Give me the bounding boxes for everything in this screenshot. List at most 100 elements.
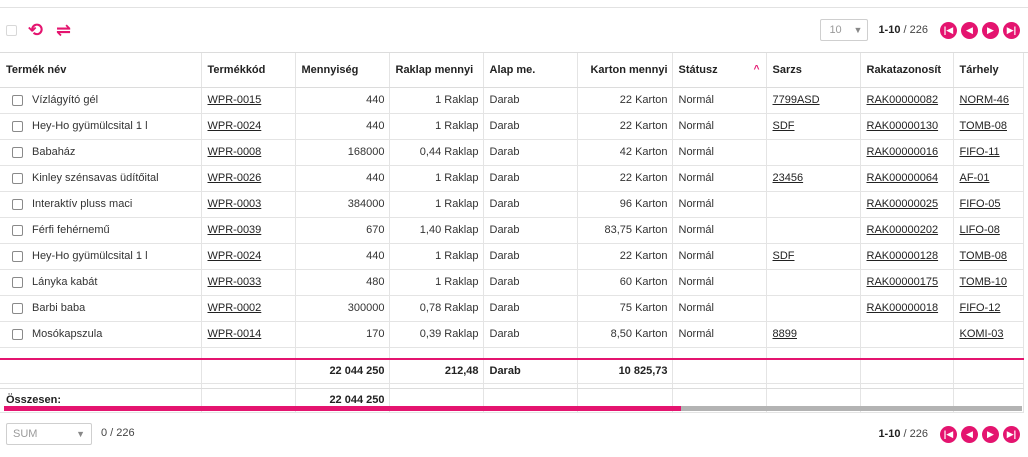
cell-lot-id: RAK00000082 bbox=[860, 87, 954, 114]
location-link[interactable]: FIFO-12 bbox=[960, 302, 1001, 314]
col-header-carton[interactable]: Karton mennyi bbox=[577, 53, 673, 88]
row-checkbox[interactable] bbox=[12, 276, 23, 288]
prev-page-button[interactable]: ◀ bbox=[961, 21, 978, 39]
row-checkbox[interactable] bbox=[12, 146, 23, 158]
table-row[interactable]: Férfi fehérnemű WPR-0039 670 1,40 Raklap Dar… bbox=[0, 217, 1024, 244]
cell-product-code: WPR-0014 bbox=[201, 321, 296, 348]
cell-quantity: 384000 bbox=[295, 191, 390, 218]
col-header-status-label: Státusz bbox=[678, 63, 718, 76]
next-page-button[interactable]: ▶ bbox=[982, 425, 999, 443]
table-row[interactable]: Hey-Ho gyümülcsital 1 l WPR-0024 440 1 Rakl… bbox=[0, 243, 1024, 270]
swap-arrows-icon[interactable]: ⇌ bbox=[56, 20, 71, 40]
col-header-quantity[interactable]: Mennyiség bbox=[295, 53, 390, 88]
table-row[interactable]: Vízlágyító gél WPR-0015 440 1 Raklap Darab 22… bbox=[0, 87, 1024, 114]
table-row[interactable]: Interaktív pluss maci WPR-0003 384000 1 Rak… bbox=[0, 191, 1024, 218]
table-row[interactable]: Hey-Ho gyümülcsital 1 l WPR-0024 440 1 Rakl… bbox=[0, 113, 1024, 140]
col-header-pallet[interactable]: Raklap mennyi bbox=[389, 53, 484, 88]
first-page-button[interactable]: |◀ bbox=[940, 425, 957, 443]
location-link[interactable]: FIFO-05 bbox=[960, 198, 1001, 210]
product-code-link[interactable]: WPR-0008 bbox=[208, 146, 262, 158]
table-row[interactable]: Mosókapszula WPR-0014 170 0,39 Raklap Darab 8… bbox=[0, 321, 1024, 348]
last-page-button[interactable]: ▶| bbox=[1003, 425, 1020, 443]
cell-quantity: 440 bbox=[295, 113, 390, 140]
product-code-link[interactable]: WPR-0024 bbox=[208, 120, 262, 132]
product-code-link[interactable]: WPR-0015 bbox=[208, 94, 262, 106]
lot-id-link[interactable]: RAK00000175 bbox=[867, 276, 939, 288]
lot-id-link[interactable]: RAK00000064 bbox=[867, 172, 939, 184]
aggregate-select[interactable]: SUM ▼ bbox=[6, 423, 92, 445]
row-checkbox[interactable] bbox=[12, 328, 23, 340]
product-code-link[interactable]: WPR-0003 bbox=[208, 198, 262, 210]
col-header-lot[interactable]: Rakatazonosít bbox=[860, 53, 954, 88]
table-row[interactable]: Kinley szénsavas üdítőital WPR-0026 440 1 R… bbox=[0, 165, 1024, 192]
row-checkbox[interactable] bbox=[12, 198, 23, 210]
cell-pallet-quantity: 1 Raklap bbox=[389, 243, 484, 270]
product-code-link[interactable]: WPR-0014 bbox=[208, 328, 262, 340]
cell-product-name: Vízlágyító gél bbox=[0, 87, 202, 114]
undo-refresh-icon[interactable]: ⟲ bbox=[28, 20, 43, 40]
product-code-link[interactable]: WPR-0002 bbox=[208, 302, 262, 314]
col-header-unit[interactable]: Alap me. bbox=[483, 53, 578, 88]
location-link[interactable]: LIFO-08 bbox=[960, 224, 1000, 236]
batch-link[interactable]: 23456 bbox=[773, 172, 804, 184]
batch-link[interactable]: SDF bbox=[773, 120, 795, 132]
location-link[interactable]: AF-01 bbox=[960, 172, 990, 184]
lot-id-link[interactable]: RAK00000025 bbox=[867, 198, 939, 210]
cell-product-code: WPR-0026 bbox=[201, 165, 296, 192]
col-header-code[interactable]: Termékkód bbox=[201, 53, 296, 88]
lot-id-link[interactable]: RAK00000016 bbox=[867, 146, 939, 158]
col-header-location[interactable]: Tárhely bbox=[953, 53, 1024, 88]
horizontal-scrollbar[interactable] bbox=[4, 406, 1022, 411]
row-checkbox[interactable] bbox=[12, 120, 23, 132]
page-size-select[interactable]: 10 ▼ bbox=[820, 19, 869, 41]
product-name: Férfi fehérnemű bbox=[32, 224, 110, 236]
total-unit: Darab bbox=[483, 359, 578, 384]
prev-page-button[interactable]: ◀ bbox=[961, 425, 978, 443]
cell-status: Normál bbox=[672, 217, 767, 244]
batch-link[interactable]: 7799ASD bbox=[773, 94, 820, 106]
cell-pallet-quantity: 1 Raklap bbox=[389, 113, 484, 140]
lot-id-link[interactable]: RAK00000202 bbox=[867, 224, 939, 236]
cell-location: KOMI-03 bbox=[953, 321, 1024, 348]
product-code-link[interactable]: WPR-0024 bbox=[208, 250, 262, 262]
row-checkbox[interactable] bbox=[12, 250, 23, 262]
row-checkbox[interactable] bbox=[12, 224, 23, 236]
location-link[interactable]: NORM-46 bbox=[960, 94, 1010, 106]
select-all-checkbox[interactable] bbox=[6, 25, 17, 36]
location-link[interactable]: FIFO-11 bbox=[960, 146, 1000, 158]
table-row[interactable]: Lányka kabát WPR-0033 480 1 Raklap Darab 60 K… bbox=[0, 269, 1024, 296]
row-checkbox[interactable] bbox=[12, 302, 23, 314]
sort-ascending-icon[interactable]: ^ bbox=[754, 64, 760, 75]
cell-product-name: Kinley szénsavas üdítőital bbox=[0, 165, 202, 192]
next-page-button[interactable]: ▶ bbox=[982, 21, 999, 39]
table-row[interactable]: Babaház WPR-0008 168000 0,44 Raklap Darab 42 … bbox=[0, 139, 1024, 166]
table-row[interactable]: Barbi baba WPR-0002 300000 0,78 Raklap Darab… bbox=[0, 295, 1024, 322]
location-link[interactable]: KOMI-03 bbox=[960, 328, 1004, 340]
row-checkbox[interactable] bbox=[12, 94, 23, 106]
lot-id-link[interactable]: RAK00000082 bbox=[867, 94, 939, 106]
lot-id-link[interactable]: RAK00000130 bbox=[867, 120, 939, 132]
scrollbar-thumb[interactable] bbox=[4, 406, 681, 411]
last-page-button[interactable]: ▶| bbox=[1003, 21, 1020, 39]
product-name: Kinley szénsavas üdítőital bbox=[32, 172, 159, 184]
col-header-batch[interactable]: Sarzs bbox=[766, 53, 861, 88]
product-code-link[interactable]: WPR-0039 bbox=[208, 224, 262, 236]
location-link[interactable]: TOMB-08 bbox=[960, 250, 1007, 262]
row-checkbox[interactable] bbox=[12, 172, 23, 184]
location-link[interactable]: TOMB-10 bbox=[960, 276, 1007, 288]
batch-link[interactable]: 8899 bbox=[773, 328, 797, 340]
lot-id-link[interactable]: RAK00000018 bbox=[867, 302, 939, 314]
col-header-name[interactable]: Termék név bbox=[0, 53, 202, 88]
first-page-button[interactable]: |◀ bbox=[940, 21, 957, 39]
product-code-link[interactable]: WPR-0026 bbox=[208, 172, 262, 184]
lot-id-link[interactable]: RAK00000128 bbox=[867, 250, 939, 262]
cell-product-code: WPR-0039 bbox=[201, 217, 296, 244]
total-pallet: 212,48 bbox=[389, 359, 484, 384]
selected-count: 0 / 226 bbox=[101, 427, 135, 439]
cell-lot-id: RAK00000202 bbox=[860, 217, 954, 244]
batch-link[interactable]: SDF bbox=[773, 250, 795, 262]
col-header-status[interactable]: Státusz ^ bbox=[672, 53, 767, 88]
location-link[interactable]: TOMB-08 bbox=[960, 120, 1007, 132]
product-code-link[interactable]: WPR-0033 bbox=[208, 276, 262, 288]
cell-pallet-quantity: 0,44 Raklap bbox=[389, 139, 484, 166]
